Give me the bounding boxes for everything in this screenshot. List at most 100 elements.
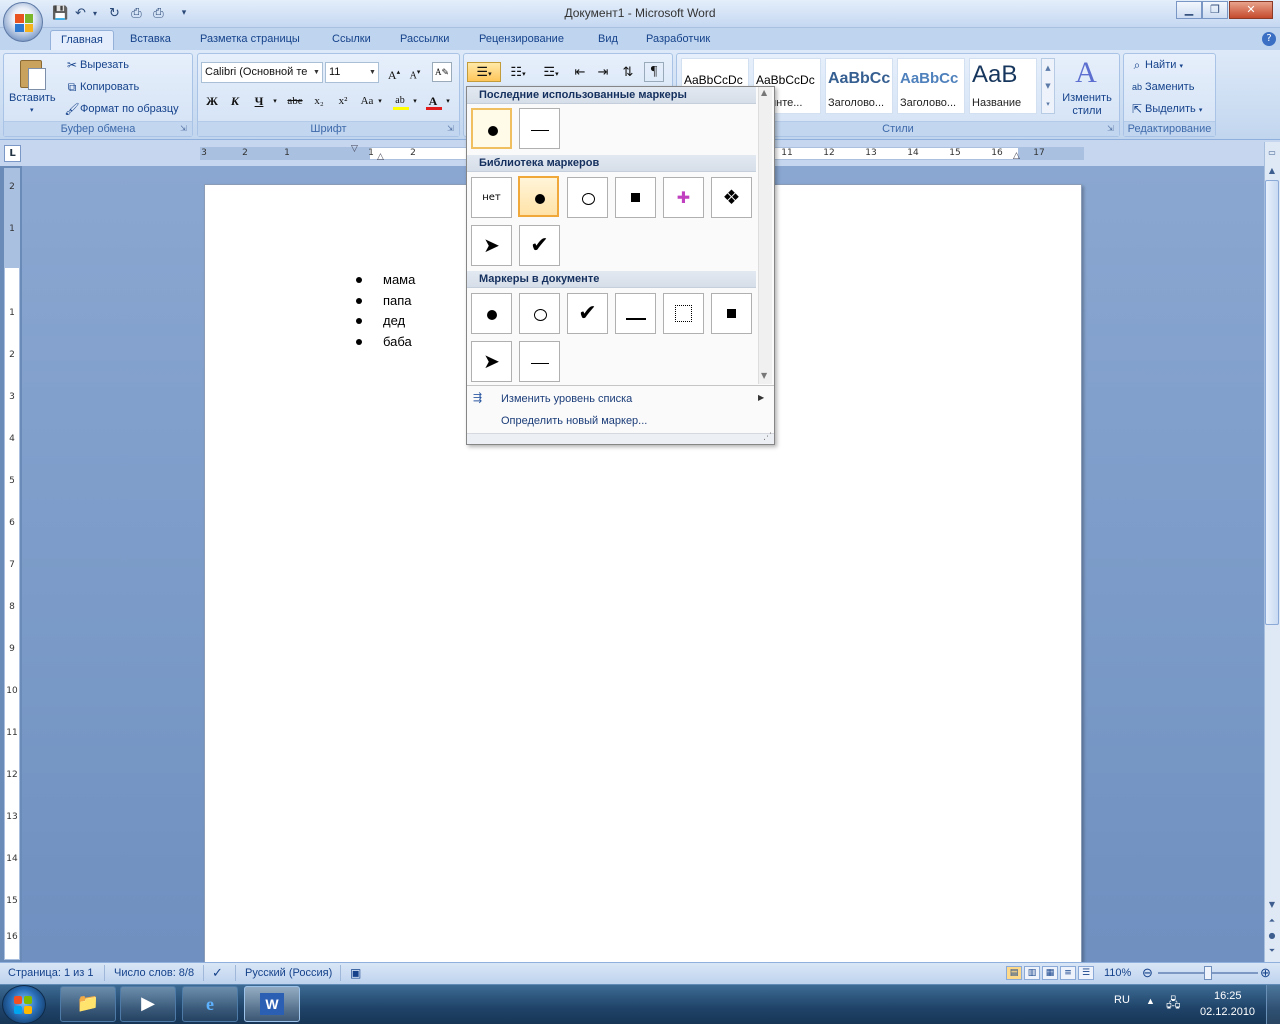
library-bullet-star[interactable]: ✚	[663, 177, 704, 218]
minimize-button[interactable]: ▁	[1176, 1, 1202, 19]
print-layout-view-icon[interactable]: ▤	[1006, 966, 1022, 980]
ruler-toggle-icon[interactable]: ▭	[1265, 146, 1279, 160]
show-desktop-button[interactable]	[1266, 985, 1280, 1024]
browse-object-icon[interactable]: ●	[1265, 929, 1279, 943]
doc-bullet-dot[interactable]	[471, 293, 512, 334]
style-title[interactable]: AaB Название	[969, 58, 1037, 114]
grow-font-icon[interactable]: A▴	[384, 62, 404, 82]
redo-icon[interactable]: ↻	[106, 5, 123, 22]
doc-bullet-circle[interactable]	[519, 293, 560, 334]
style-heading-1[interactable]: AaBbCc Заголово...	[825, 58, 893, 114]
word-taskbar-button[interactable]: W	[244, 986, 300, 1022]
chevron-down-icon[interactable]: ▼	[367, 63, 378, 82]
full-screen-reading-icon[interactable]: ▥	[1024, 966, 1040, 980]
highlight-icon[interactable]: ab	[390, 91, 410, 111]
explorer-taskbar-button[interactable]: 📁	[60, 986, 116, 1022]
increase-indent-icon[interactable]: ⇥	[593, 62, 613, 82]
zoom-in-icon[interactable]: ⊕	[1260, 962, 1271, 984]
decrease-indent-icon[interactable]: ⇤	[570, 62, 590, 82]
library-bullet-square[interactable]	[615, 177, 656, 218]
font-name-combo[interactable]: Calibri (Основной те ▼	[201, 62, 323, 83]
scroll-down-icon[interactable]: ▼	[1042, 77, 1054, 95]
first-line-indent-marker[interactable]: ▽	[351, 144, 358, 154]
copy-button[interactable]: ⧉ Копировать	[64, 79, 140, 95]
draft-view-icon[interactable]: ☰	[1078, 966, 1094, 980]
italic-button[interactable]: К	[225, 91, 245, 111]
doc-bullet-dash-thin[interactable]	[519, 341, 560, 382]
word-count-status[interactable]: Число слов: 8/8	[114, 962, 194, 984]
library-bullet-check[interactable]: ✔	[519, 225, 560, 266]
right-indent-marker[interactable]: △	[1013, 151, 1020, 161]
hanging-indent-marker[interactable]: △	[377, 152, 384, 162]
clock-date[interactable]: 02.12.2010	[1200, 1006, 1255, 1018]
quick-print-icon[interactable]: ⎙	[150, 5, 167, 22]
print-preview-icon[interactable]: ⎙	[128, 5, 145, 22]
subscript-button[interactable]: x₂	[309, 91, 329, 111]
define-new-bullet-item[interactable]: Определить новый маркер...	[470, 411, 770, 431]
close-button[interactable]: ✕	[1229, 1, 1273, 19]
tab-view[interactable]: Вид	[588, 30, 628, 50]
undo-icon[interactable]: ↶	[72, 5, 89, 22]
select-button[interactable]: ⇱ Выделить ▾	[1129, 101, 1202, 117]
replace-button[interactable]: ab Заменить	[1129, 79, 1194, 95]
library-bullet-diamond[interactable]: ❖	[711, 177, 752, 218]
recent-bullet-dot[interactable]	[471, 108, 512, 149]
underline-button[interactable]: Ч	[249, 91, 269, 111]
doc-bullet-check[interactable]: ✔	[567, 293, 608, 334]
scroll-up-icon[interactable]: ▲	[1265, 164, 1279, 178]
paste-dropdown-icon[interactable]: ▾	[30, 106, 34, 114]
underline-dropdown-icon[interactable]: ▾	[270, 91, 280, 111]
library-bullet-circle[interactable]	[567, 177, 608, 218]
style-heading-2[interactable]: AaBbCc Заголово...	[897, 58, 965, 114]
clear-formatting-icon[interactable]: A✎	[432, 62, 452, 82]
show-marks-icon[interactable]: ¶	[644, 62, 664, 82]
library-bullet-arrow[interactable]: ➤	[471, 225, 512, 266]
show-hidden-icons-icon[interactable]: ▲	[1146, 996, 1155, 1006]
outline-view-icon[interactable]: ≡	[1060, 966, 1076, 980]
bullets-button[interactable]: ☰▾	[467, 62, 501, 82]
change-case-button[interactable]: Aa	[357, 91, 377, 111]
bold-button[interactable]: Ж	[202, 91, 222, 111]
font-color-icon[interactable]: A	[423, 91, 443, 111]
resize-grip-icon[interactable]: ⋰	[763, 432, 772, 442]
cut-button[interactable]: ✂ Вырезать	[64, 57, 129, 73]
web-layout-icon[interactable]: ▦	[1042, 966, 1058, 980]
chevron-down-icon[interactable]: ▼	[311, 63, 322, 82]
doc-bullet-square[interactable]	[711, 293, 752, 334]
scroll-down-icon[interactable]: ▼	[761, 371, 767, 380]
language-status[interactable]: Русский (Россия)	[245, 962, 332, 984]
doc-bullet-dotted-square[interactable]	[663, 293, 704, 334]
multilevel-list-button[interactable]: ☲▾	[537, 62, 565, 82]
tab-selector-button[interactable]: L	[4, 145, 21, 162]
clock-time[interactable]: 16:25	[1214, 990, 1242, 1002]
scroll-up-icon[interactable]: ▲	[761, 88, 767, 97]
media-player-taskbar-button[interactable]: ▶	[120, 986, 176, 1022]
superscript-button[interactable]: x²	[333, 91, 353, 111]
doc-bullet-arrow[interactable]: ➤	[471, 341, 512, 382]
bullet-menu-scrollbar[interactable]: ▲ ▼	[758, 87, 772, 384]
styles-launcher-icon[interactable]: ⇲	[1107, 124, 1117, 134]
font-launcher-icon[interactable]: ⇲	[447, 124, 457, 134]
save-icon[interactable]: 💾	[52, 5, 69, 22]
format-painter-button[interactable]: 🖌Формат по образцу	[64, 101, 178, 117]
shrink-font-icon[interactable]: A▾	[405, 62, 425, 82]
language-indicator[interactable]: RU	[1114, 994, 1130, 1006]
doc-bullet-dash[interactable]	[615, 293, 656, 334]
strikethrough-button[interactable]: abe	[285, 91, 305, 111]
scroll-up-icon[interactable]: ▲	[1042, 59, 1054, 77]
zoom-slider-thumb[interactable]	[1204, 966, 1212, 980]
tab-review[interactable]: Рецензирование	[469, 30, 574, 50]
tab-references[interactable]: Ссылки	[322, 30, 381, 50]
office-button[interactable]	[3, 2, 43, 42]
styles-gallery-scroll[interactable]: ▲ ▼ ▾	[1041, 58, 1055, 114]
highlight-dropdown-icon[interactable]: ▾	[410, 91, 420, 111]
more-icon[interactable]: ▾	[1042, 95, 1054, 113]
tab-home[interactable]: Главная	[50, 30, 114, 50]
zoom-level[interactable]: 110%	[1104, 962, 1131, 984]
tab-mailings[interactable]: Рассылки	[390, 30, 459, 50]
help-icon[interactable]: ?	[1262, 32, 1276, 46]
internet-explorer-taskbar-button[interactable]: e	[182, 986, 238, 1022]
change-styles-button[interactable]: Изменить стили	[1058, 92, 1116, 118]
tab-page-layout[interactable]: Разметка страницы	[190, 30, 310, 50]
macro-record-icon[interactable]: ▣	[350, 962, 361, 984]
